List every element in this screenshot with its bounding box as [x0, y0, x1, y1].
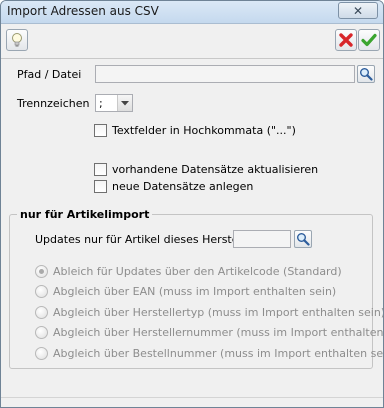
import-dialog-window: Import Adressen aus CSV ✕ Pfad / Datei T… [0, 0, 384, 408]
match-option-ean-label: Abgleich über EAN (muss im Import enthal… [53, 285, 337, 298]
title-bar[interactable]: Import Adressen aus CSV ✕ [1, 1, 383, 24]
match-option-manufacturer-number-radio[interactable] [35, 326, 48, 339]
cancel-button[interactable] [335, 29, 357, 51]
article-import-group-title: nur für Artikelimport [17, 208, 153, 221]
match-option-order-number-label: Abgleich über Bestellnummer (muss im Imp… [53, 347, 384, 360]
match-option-manufacturer-type-radio[interactable] [35, 306, 48, 319]
create-new-checkbox[interactable] [94, 180, 107, 193]
quoted-fields-checkbox[interactable] [94, 124, 107, 137]
separator-value: ; [99, 97, 103, 110]
match-option-order-number-radio[interactable] [35, 347, 48, 360]
hint-button[interactable] [6, 29, 28, 51]
magnifier-icon [360, 68, 373, 81]
separator-dropdown-arrow[interactable] [117, 95, 132, 111]
manufacturer-input[interactable] [233, 230, 291, 248]
match-option-article-code-label: Ableich für Updates über den Artikelcode… [53, 265, 342, 278]
confirm-button[interactable] [358, 29, 380, 51]
separator-label: Trennzeichen [17, 97, 90, 110]
path-input[interactable] [95, 65, 355, 83]
match-option-manufacturer-type-label: Abgleich über Herstellertyp (muss im Imp… [53, 306, 384, 319]
chevron-down-icon [121, 101, 129, 106]
match-option-manufacturer-number-label: Abgleich über Herstellernummer (muss im … [53, 326, 384, 339]
update-existing-checkbox[interactable] [94, 163, 107, 176]
update-existing-label: vorhandene Datensätze aktualisieren [112, 163, 319, 176]
path-browse-button[interactable] [357, 65, 375, 83]
quoted-fields-label: Textfelder in Hochkommata ("...") [112, 124, 296, 137]
separator-select[interactable]: ; [95, 94, 133, 112]
toolbar [1, 24, 383, 59]
red-x-icon [339, 33, 353, 47]
manufacturer-label: Updates nur für Artikel dieses Herstelle… [35, 233, 262, 246]
window-close-button[interactable]: ✕ [338, 2, 378, 19]
create-new-label: neue Datensätze anlegen [112, 180, 254, 193]
match-option-article-code-radio[interactable] [35, 265, 48, 278]
window-title: Import Adressen aus CSV [7, 4, 159, 18]
lightbulb-icon [12, 33, 22, 47]
magnifier-icon [297, 233, 310, 246]
path-label: Pfad / Datei [17, 68, 82, 81]
green-check-icon [361, 33, 377, 47]
match-option-ean-radio[interactable] [35, 285, 48, 298]
bottom-divider [1, 397, 383, 398]
manufacturer-search-button[interactable] [294, 230, 312, 248]
